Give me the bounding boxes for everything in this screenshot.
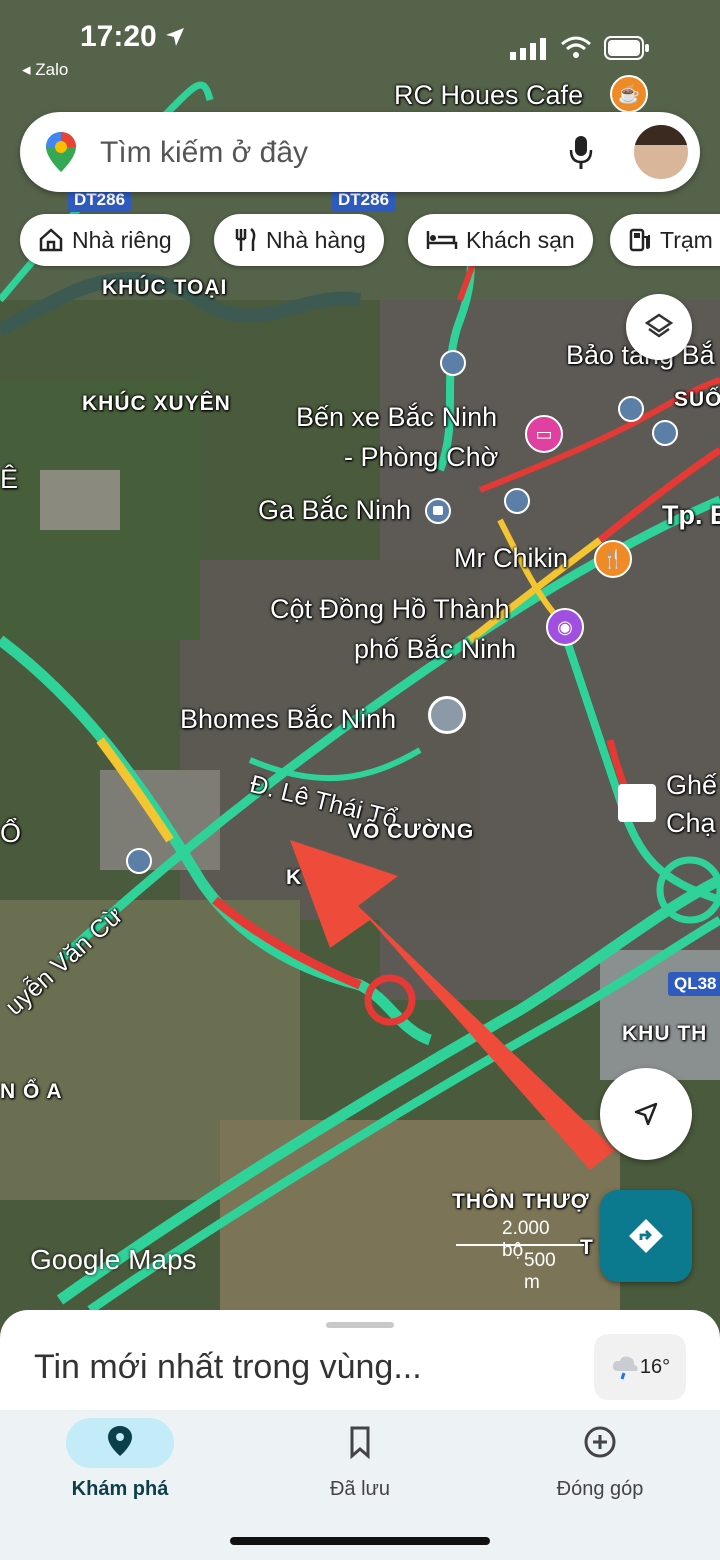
sheet-drag-handle[interactable] <box>326 1322 394 1328</box>
weather-chip[interactable]: 16° <box>594 1334 686 1400</box>
cloud-rain-icon <box>612 1356 638 1380</box>
search-bar[interactable]: Tìm kiếm ở đây <box>20 112 700 192</box>
chip-hotel[interactable]: Khách sạn <box>408 214 593 266</box>
nav-label-saved: Đã lưu <box>329 1478 391 1500</box>
chip-restaurant-label: Nhà hàng <box>266 226 366 253</box>
bookmark-icon <box>350 1426 370 1460</box>
microphone-icon[interactable] <box>568 134 594 170</box>
wifi-icon <box>561 36 591 58</box>
my-location-button[interactable] <box>600 1068 692 1160</box>
restaurant-icon <box>235 228 256 251</box>
add-circle-icon <box>584 1426 616 1458</box>
back-to-zalo[interactable]: ◂ Zalo <box>22 60 68 80</box>
map-view[interactable]: DT286 DT286 QL38 RC Houes Cafe ☕ KHÚC TO… <box>0 0 720 1340</box>
gas-station-icon <box>629 228 650 252</box>
navigation-arrow-icon <box>634 1102 658 1126</box>
explore-pin-icon <box>108 1426 132 1456</box>
status-bar: 17:20 ◂ Zalo <box>0 0 720 86</box>
chip-home[interactable]: Nhà riêng <box>20 214 190 266</box>
nav-item-contribute[interactable]: Đóng góp <box>480 1410 720 1520</box>
sheet-title: Tin mới nhất trong vùng... <box>34 1348 422 1386</box>
chip-hotel-label: Khách sạn <box>466 226 575 253</box>
google-maps-logo: Google Maps <box>30 1244 197 1275</box>
weather-temp: 16° <box>639 1355 671 1378</box>
hotel-icon <box>426 231 458 249</box>
layers-button[interactable] <box>626 294 692 360</box>
battery-icon <box>604 36 649 60</box>
avatar[interactable] <box>634 125 688 179</box>
signal-icon <box>510 38 546 60</box>
home-icon <box>39 228 63 252</box>
layers-icon <box>644 313 674 338</box>
category-chips: Nhà riêng Nhà hàng Khách sạn Trạm <box>20 214 720 266</box>
chip-gas-station-label: Trạm <box>660 226 713 253</box>
scale-metric: 500 m <box>524 1250 556 1293</box>
directions-button[interactable] <box>600 1190 692 1282</box>
location-arrow-icon <box>166 28 184 46</box>
google-maps-pin-icon <box>46 132 76 172</box>
chip-home-label: Nhà riêng <box>72 226 172 253</box>
directions-icon <box>629 1219 663 1253</box>
nav-item-saved[interactable]: Đã lưu <box>240 1410 480 1520</box>
search-input[interactable]: Tìm kiếm ở đây <box>100 136 308 170</box>
nav-label-explore: Khám phá <box>71 1478 169 1500</box>
chip-gas-station[interactable]: Trạm <box>610 214 720 266</box>
scale-bar <box>456 1244 584 1246</box>
nav-item-explore[interactable]: Khám phá <box>0 1410 240 1520</box>
status-time: 17:20 <box>80 20 157 53</box>
home-indicator <box>230 1537 490 1545</box>
nav-label-contribute: Đóng góp <box>556 1478 644 1500</box>
chip-restaurant[interactable]: Nhà hàng <box>214 214 384 266</box>
bottom-sheet[interactable]: Tin mới nhất trong vùng... 16° <box>0 1310 720 1420</box>
